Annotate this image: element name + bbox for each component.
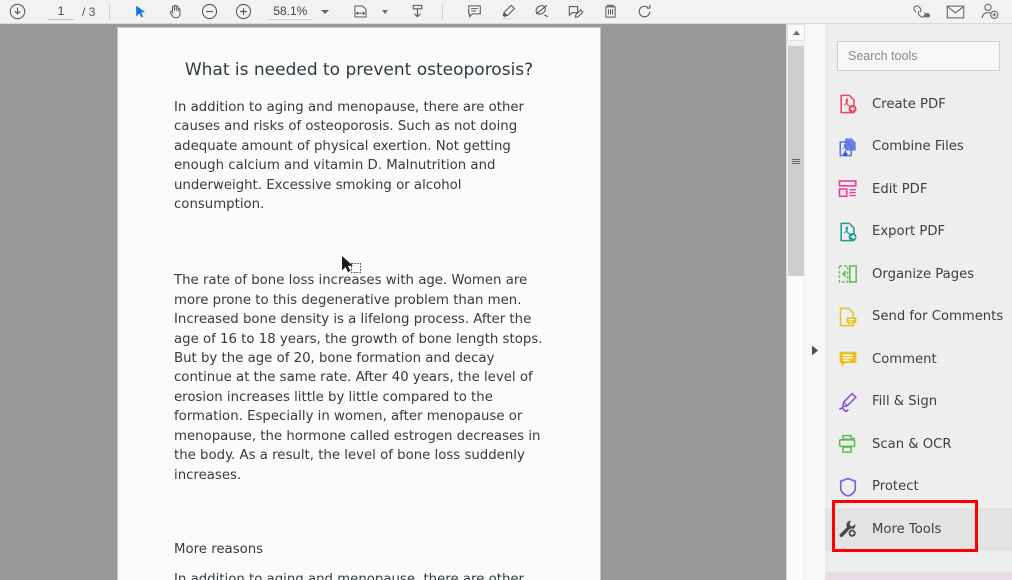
combine-files-icon <box>837 136 859 158</box>
toolbar-divider <box>109 2 111 21</box>
add-person-icon[interactable] <box>972 0 1006 24</box>
delete-trash-icon[interactable] <box>593 0 627 24</box>
fit-options-chevron-down-icon[interactable] <box>382 9 389 14</box>
highlight-text-icon[interactable] <box>491 0 525 24</box>
tools-panel: Search tools Create PDF Combine Files Ed… <box>825 24 1012 580</box>
mouse-cursor-icon <box>341 255 367 279</box>
tool-item-label: Send for Comments <box>872 309 1004 325</box>
add-sticky-note-icon[interactable] <box>559 0 593 24</box>
chevron-down-icon[interactable] <box>321 9 330 14</box>
protect-shield-icon <box>837 476 859 498</box>
tool-item-create-pdf[interactable]: Create PDF <box>825 83 1012 126</box>
zoom-in-icon[interactable] <box>226 0 260 24</box>
page-title: What is needed to prevent osteoporosis? <box>184 60 534 80</box>
scan-ocr-icon <box>837 433 859 455</box>
document-viewport[interactable]: What is needed to prevent osteoporosis? … <box>0 24 786 580</box>
toolbar-divider-2 <box>442 2 444 21</box>
edit-pdf-icon <box>837 178 859 200</box>
panel-collapse-handle[interactable] <box>805 24 826 580</box>
scrollbar-grip-icon <box>792 158 800 160</box>
document-paragraph-1: In addition to aging and menopause, ther… <box>174 100 525 213</box>
tool-item-label: Create PDF <box>872 96 946 112</box>
select-cursor-icon[interactable] <box>124 0 158 24</box>
strikethrough-text-icon[interactable] <box>525 0 559 24</box>
fit-page-width-icon[interactable] <box>343 0 377 24</box>
zoom-out-icon[interactable] <box>192 0 226 24</box>
zoom-level-input[interactable]: 58.1% <box>268 4 313 20</box>
scrollbar-grip-icon <box>792 160 800 162</box>
tool-item-comment[interactable]: Comment <box>825 338 1012 381</box>
create-pdf-icon <box>837 93 859 115</box>
tool-item-fill-and-sign[interactable]: Fill & Sign <box>825 381 1012 424</box>
tool-item-send-for-comments[interactable]: Send for Comments <box>825 296 1012 339</box>
tool-item-label: Comment <box>872 351 937 367</box>
more-tools-icon <box>837 518 859 540</box>
document-paragraph-2: The rate of bone loss increases with age… <box>174 273 543 483</box>
search-tools-input[interactable]: Search tools <box>837 41 1000 71</box>
scrollbar-track[interactable] <box>788 276 804 580</box>
tool-item-label: Protect <box>872 479 919 495</box>
tool-item-organize-pages[interactable]: Organize Pages <box>825 253 1012 296</box>
organize-pages-icon <box>837 263 859 285</box>
share-link-icon[interactable] <box>904 0 938 24</box>
add-comment-icon[interactable] <box>457 0 491 24</box>
pdf-page: What is needed to prevent osteoporosis? … <box>118 28 600 580</box>
rotate-page-icon[interactable] <box>627 0 661 24</box>
pdf-toolbar: 1 / 3 58.1% <box>0 0 1012 24</box>
tool-item-label: Scan & OCR <box>872 436 952 452</box>
scroll-up-arrow-icon[interactable] <box>787 24 805 41</box>
vertical-scrollbar[interactable] <box>786 24 806 580</box>
tool-item-scan-and-ocr[interactable]: Scan & OCR <box>825 423 1012 466</box>
download-icon[interactable] <box>400 0 434 24</box>
tool-item-label: More Tools <box>872 521 942 537</box>
tool-item-protect[interactable]: Protect <box>825 466 1012 509</box>
tool-item-export-pdf[interactable]: Export PDF <box>825 211 1012 254</box>
scrollbar-grip-icon <box>792 162 800 164</box>
tool-item-label: Fill & Sign <box>872 394 938 410</box>
tool-item-combine-files[interactable]: Combine Files <box>825 126 1012 169</box>
tool-item-edit-pdf[interactable]: Edit PDF <box>825 168 1012 211</box>
comment-icon <box>837 348 859 370</box>
tools-list: Create PDF Combine Files Edit PDF Export… <box>825 83 1012 551</box>
tool-item-more-tools[interactable]: More Tools <box>825 508 1012 551</box>
hand-pan-icon[interactable] <box>158 0 192 24</box>
email-icon[interactable] <box>938 0 972 24</box>
fill-sign-icon <box>837 391 859 413</box>
document-paragraph-3: In addition to aging and menopause, ther… <box>174 571 525 580</box>
tool-item-label: Combine Files <box>872 139 964 155</box>
paragraph-spacer-2 <box>174 485 544 542</box>
export-pdf-icon <box>837 221 859 243</box>
page-total-label: / 3 <box>82 4 96 19</box>
scrollbar-thumb[interactable] <box>788 46 804 276</box>
document-subheading: More reasons <box>174 541 264 557</box>
tool-item-label: Edit PDF <box>872 181 928 197</box>
send-comments-icon <box>837 306 859 328</box>
save-download-icon[interactable] <box>0 0 34 24</box>
page-number-input[interactable]: 1 <box>48 4 74 20</box>
tool-item-label: Organize Pages <box>872 266 975 282</box>
expand-panel-arrow-icon[interactable] <box>811 343 819 361</box>
panel-footer-strip <box>825 572 1012 580</box>
tool-item-label: Export PDF <box>872 224 946 240</box>
